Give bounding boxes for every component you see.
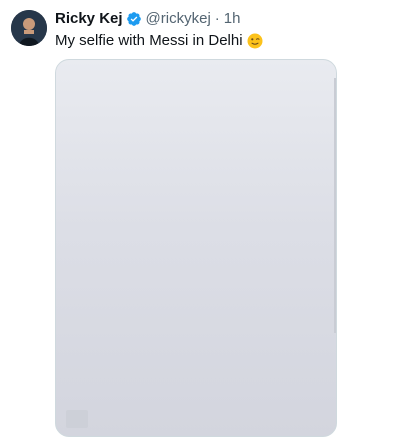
separator-dot: · bbox=[214, 10, 220, 27]
avatar-image bbox=[11, 10, 47, 46]
display-name[interactable]: Ricky Kej bbox=[55, 9, 123, 29]
media-edge-shadow bbox=[334, 78, 336, 333]
winking-face-emoji-icon bbox=[247, 33, 263, 49]
tweet-photo[interactable] bbox=[55, 59, 337, 437]
profile-avatar[interactable] bbox=[11, 10, 47, 46]
user-handle[interactable]: @rickykej bbox=[146, 9, 211, 29]
tweet[interactable]: Ricky Kej @rickykej · 1h My selfie with … bbox=[0, 0, 420, 447]
media-corner-mark bbox=[66, 410, 88, 428]
verified-badge-icon bbox=[126, 11, 142, 27]
tweet-text: My selfie with Messi in Delhi bbox=[55, 31, 263, 51]
tweet-header: Ricky Kej @rickykej · 1h bbox=[55, 9, 240, 29]
timestamp[interactable]: 1h bbox=[224, 9, 241, 29]
tweet-text-content: My selfie with Messi in Delhi bbox=[55, 32, 243, 49]
